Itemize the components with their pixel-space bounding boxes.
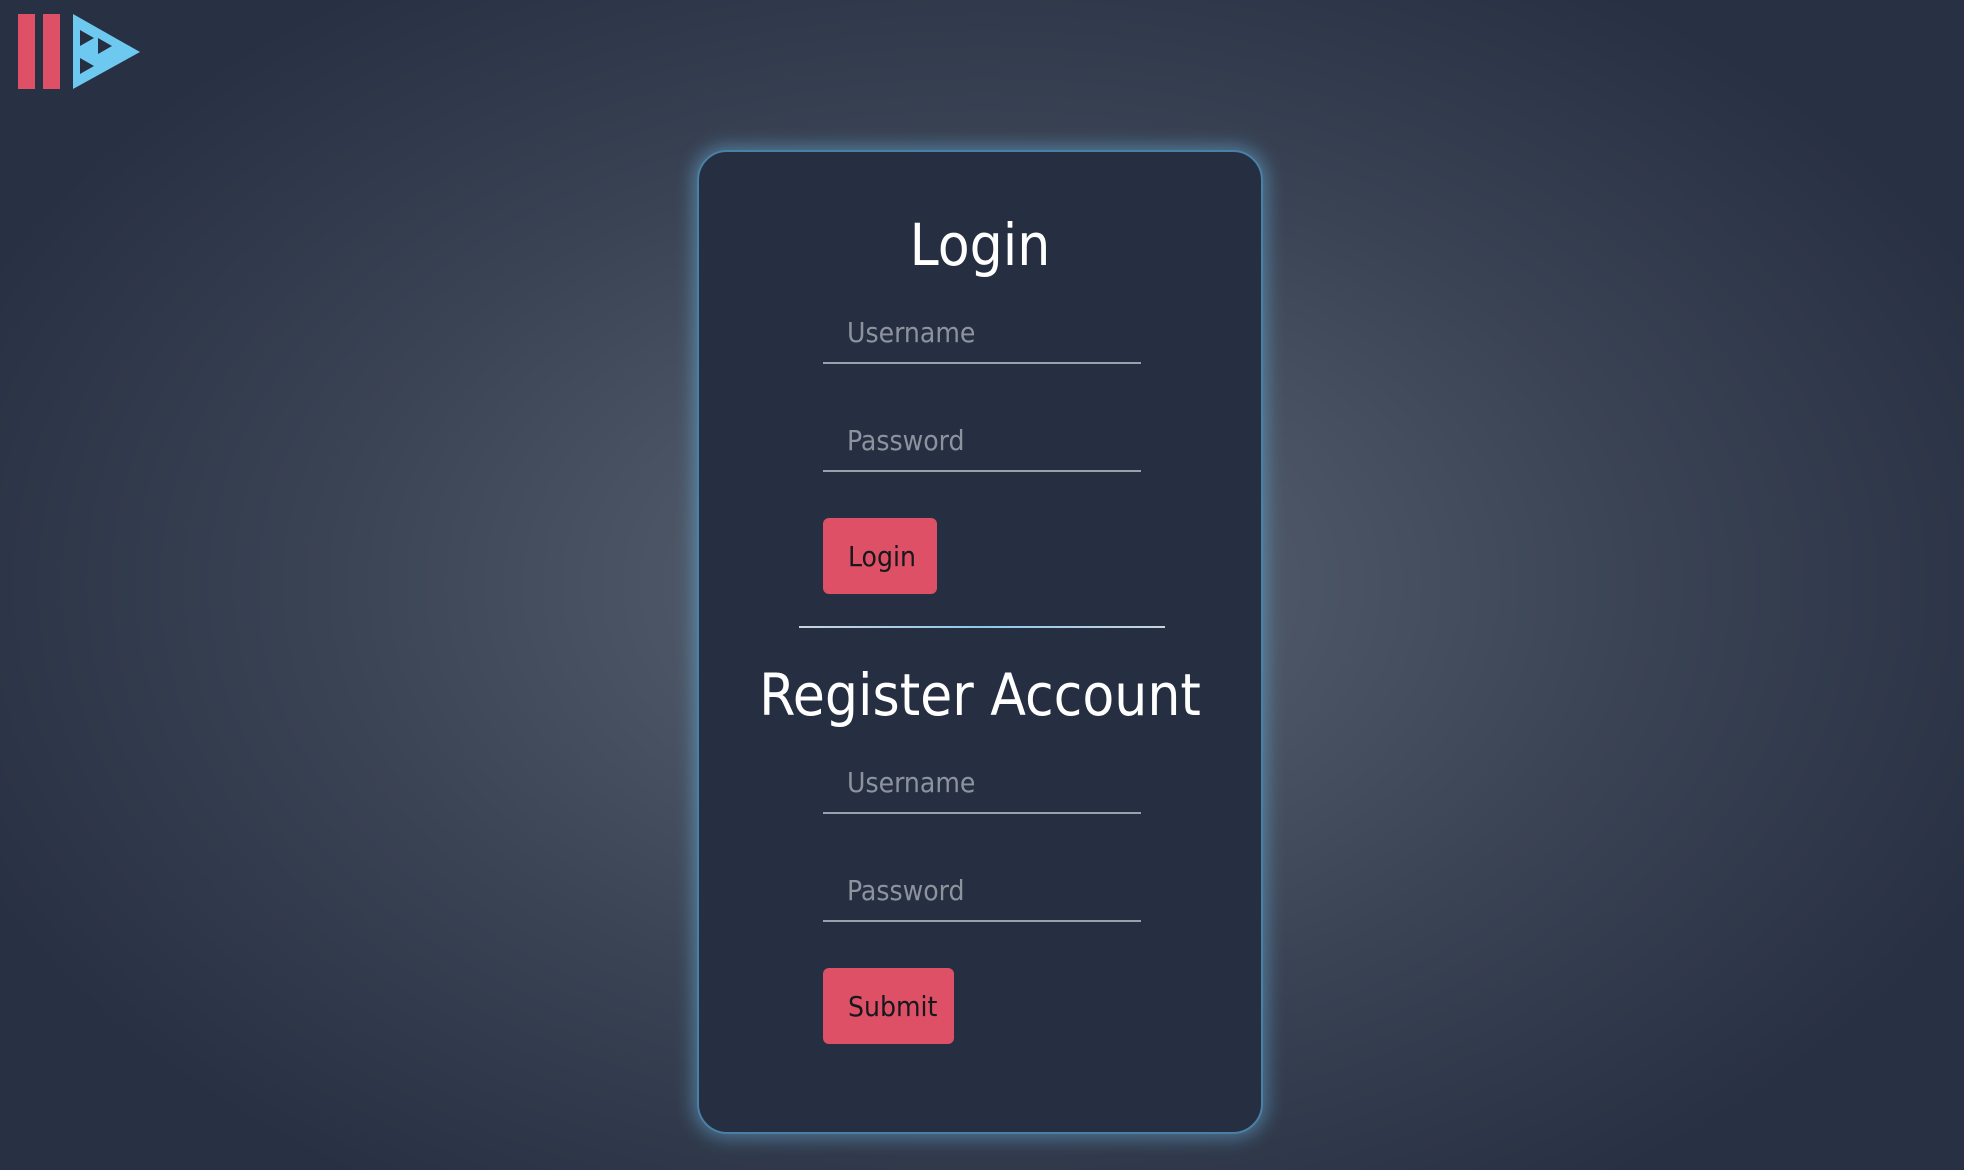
register-title: Register Account: [759, 661, 1201, 729]
register-username-input[interactable]: [823, 752, 1141, 812]
auth-card: Login Login Register Account Submit: [697, 150, 1263, 1134]
login-title: Login: [909, 211, 1051, 279]
register-password-field: [823, 860, 1141, 922]
register-password-input[interactable]: [823, 860, 1141, 920]
register-username-field: [823, 752, 1141, 814]
login-button[interactable]: Login: [823, 518, 937, 594]
section-divider: [799, 626, 1165, 628]
login-password-field: [823, 410, 1141, 472]
login-password-input[interactable]: [823, 410, 1141, 470]
submit-button[interactable]: Submit: [823, 968, 954, 1044]
logo-icon[interactable]: [18, 14, 140, 90]
login-username-input[interactable]: [823, 302, 1141, 362]
login-username-field: [823, 302, 1141, 364]
